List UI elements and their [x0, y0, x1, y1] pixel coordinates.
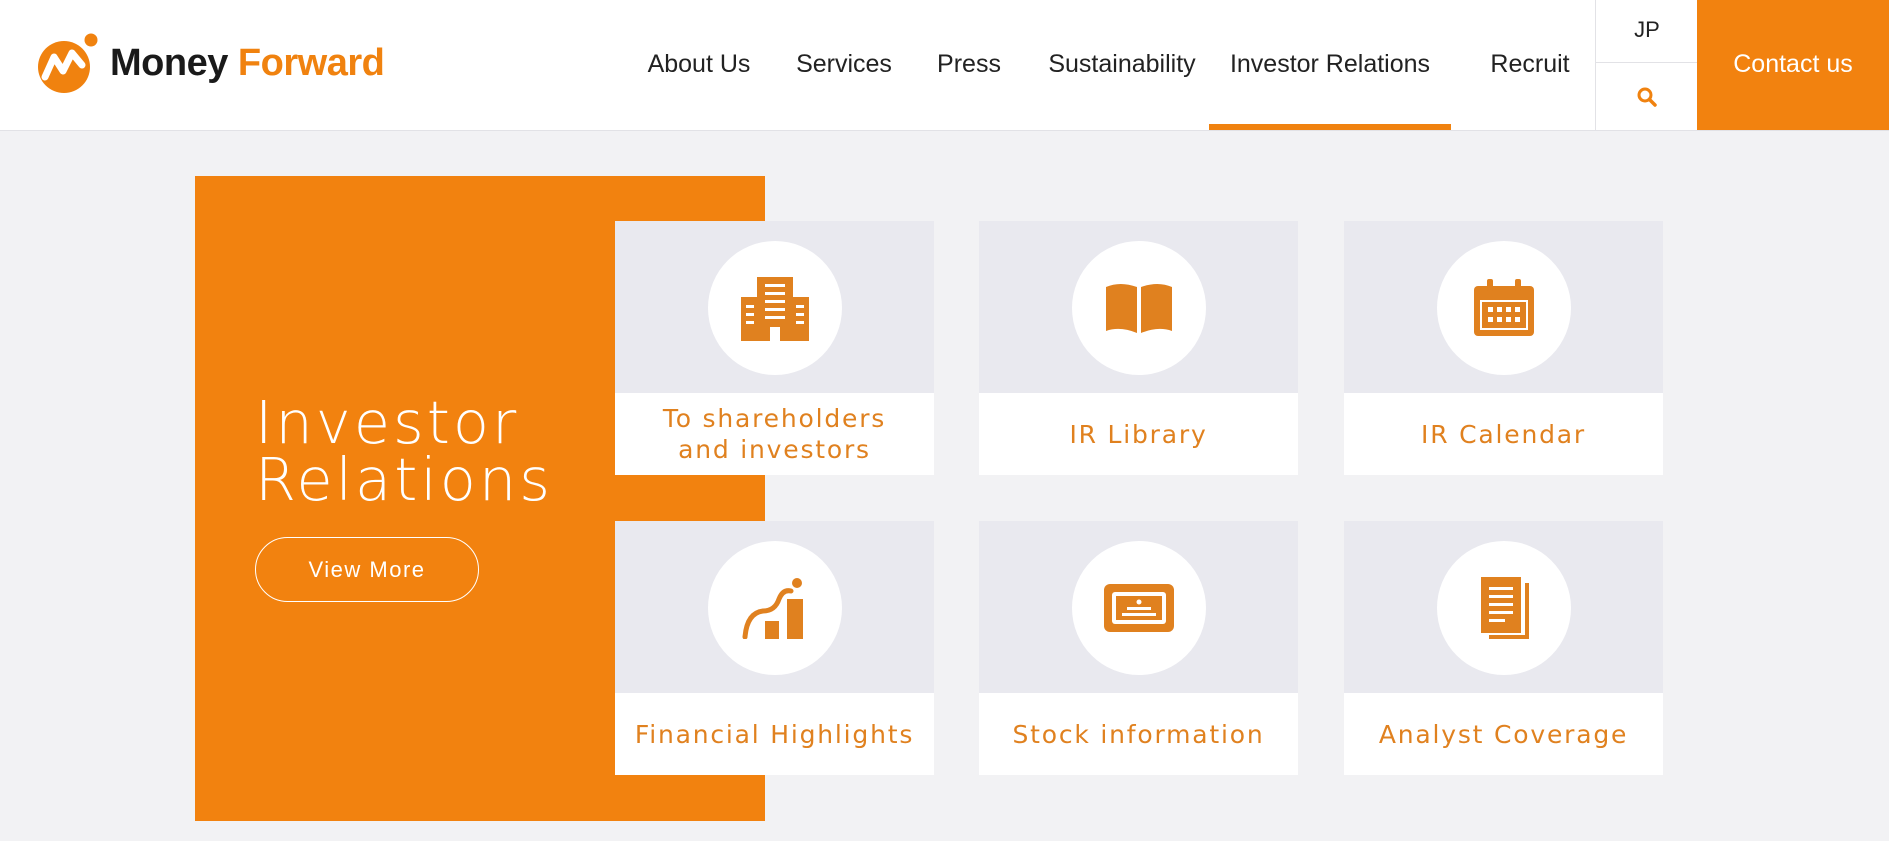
chart-icon: [742, 578, 803, 639]
card-icon-circle: [707, 541, 842, 675]
card-stock-information[interactable]: Stock information: [979, 521, 1298, 775]
hero-title: Investor Relations: [255, 388, 553, 514]
card-icon-area: [615, 221, 934, 393]
card-label-area: IR Library: [979, 393, 1298, 475]
hero-title-line-1: Investor: [255, 388, 520, 457]
nav-investor-relations-label: Investor Relations: [1229, 50, 1431, 78]
card-label-area: Financial Highlights: [615, 693, 934, 775]
card-label-area: IR Calendar: [1344, 393, 1663, 475]
card-icon-area: [979, 221, 1298, 393]
card-icon-area: [615, 521, 934, 693]
card-icon-area: [1344, 221, 1663, 393]
utility-menu: JP: [1595, 0, 1698, 130]
card-icon-area: [1344, 521, 1663, 693]
nav-services[interactable]: Services: [784, 0, 904, 130]
nav-investor-relations[interactable]: Investor Relations: [1209, 0, 1451, 130]
document-icon: [1480, 577, 1529, 639]
nav-about-us[interactable]: About Us: [636, 0, 762, 130]
calendar-icon: [1473, 279, 1534, 336]
nav-recruit[interactable]: Recruit: [1470, 0, 1590, 130]
active-nav-indicator: [1209, 124, 1451, 130]
nav-sustainability[interactable]: Sustainability: [1033, 0, 1211, 130]
card-label: To shareholders and investors: [662, 404, 887, 464]
card-icon-circle: [1436, 541, 1571, 675]
nav-press[interactable]: Press: [925, 0, 1013, 130]
view-more-button[interactable]: View More: [255, 537, 479, 602]
building-icon: [740, 277, 809, 341]
card-financial-highlights[interactable]: Financial Highlights: [615, 521, 934, 775]
card-label: Stock information: [1012, 719, 1265, 749]
card-label-area: Analyst Coverage: [1344, 693, 1663, 775]
card-ir-library[interactable]: IR Library: [979, 221, 1298, 475]
card-label-area: Stock information: [979, 693, 1298, 775]
card-ir-calendar[interactable]: IR Calendar: [1344, 221, 1663, 475]
site-header: Money Forward About Us Services Press Su…: [0, 0, 1889, 131]
card-icon-circle: [1071, 241, 1206, 375]
logo-mark-icon: [38, 33, 98, 93]
hero-title-line-2: Relations: [255, 445, 553, 514]
card-icon-circle: [1436, 241, 1571, 375]
card-label-area: To shareholders and investors: [615, 393, 934, 475]
card-shareholders[interactable]: To shareholders and investors: [615, 221, 934, 475]
logo-word-money: Money: [110, 41, 228, 84]
card-icon-area: [979, 521, 1298, 693]
card-label: Financial Highlights: [634, 719, 915, 749]
search-button[interactable]: [1596, 63, 1698, 130]
card-label: Analyst Coverage: [1378, 719, 1629, 749]
stock-certificate-icon: [1103, 584, 1174, 632]
contact-us-button[interactable]: Contact us: [1697, 0, 1889, 130]
money-forward-logo[interactable]: Money Forward: [36, 32, 385, 94]
logo-word-forward: Forward: [237, 41, 385, 84]
card-label: IR Calendar: [1421, 419, 1586, 449]
card-icon-circle: [707, 241, 842, 375]
logo-wordmark: Money Forward: [110, 41, 385, 85]
card-analyst-coverage[interactable]: Analyst Coverage: [1344, 521, 1663, 775]
language-switch-jp[interactable]: JP: [1596, 0, 1698, 63]
book-icon: [1105, 284, 1172, 333]
search-icon: [1637, 87, 1657, 107]
card-icon-circle: [1071, 541, 1206, 675]
card-label: IR Library: [1069, 419, 1208, 449]
